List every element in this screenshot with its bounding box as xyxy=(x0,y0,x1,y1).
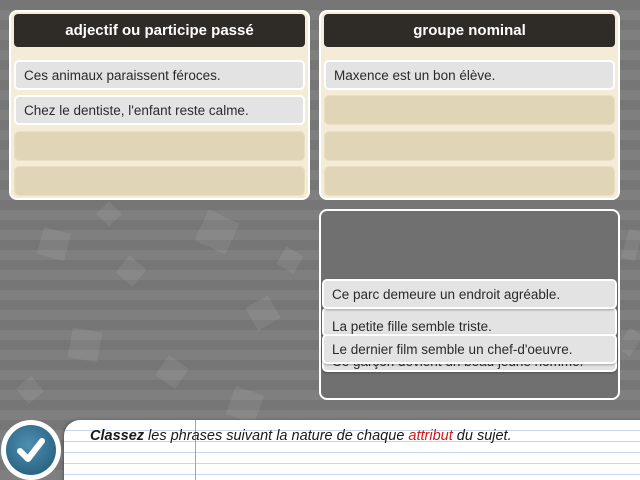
instruction-panel: Classez les phrases suivant la nature de… xyxy=(64,420,640,480)
instruction-text: Classez les phrases suivant la nature de… xyxy=(90,428,512,444)
drop-slot-empty[interactable] xyxy=(324,95,615,125)
drop-slot-filled[interactable]: Chez le dentiste, l'enfant reste calme. xyxy=(14,95,305,125)
instruction-part: du sujet. xyxy=(452,428,512,444)
background-pattern xyxy=(225,385,265,425)
category-column-adjective: adjectif ou participe passé Ces animaux … xyxy=(9,10,310,200)
validate-button[interactable] xyxy=(1,420,61,480)
background-pattern xyxy=(194,209,240,255)
drop-slot-empty[interactable] xyxy=(14,166,305,196)
category-column-noun-group: groupe nominal Maxence est un bon élève. xyxy=(319,10,620,200)
checkmark-icon xyxy=(6,425,56,475)
column-header: groupe nominal xyxy=(324,14,615,47)
drop-slot-empty[interactable] xyxy=(14,131,305,161)
background-pattern xyxy=(67,327,103,363)
background-pattern xyxy=(36,226,72,262)
sentence-card[interactable]: Ce parc demeure un endroit agréable. xyxy=(322,279,617,309)
instruction-part: les phrases suivant la nature de chaque xyxy=(144,428,409,444)
sentence-card[interactable]: La petite fille semble triste. xyxy=(322,307,617,337)
drop-slot-empty[interactable] xyxy=(324,166,615,196)
column-header: adjectif ou participe passé xyxy=(14,14,305,47)
background-pattern xyxy=(96,201,122,227)
drop-slot-empty[interactable] xyxy=(324,131,615,161)
instruction-verb: Classez xyxy=(90,428,145,444)
background-pattern xyxy=(616,327,640,357)
background-pattern xyxy=(115,255,147,287)
background-pattern xyxy=(621,228,640,262)
background-pattern xyxy=(15,375,45,405)
instruction-highlight: attribut xyxy=(408,428,453,444)
sentence-card[interactable]: Le dernier film semble un chef-d'oeuvre. xyxy=(322,334,617,364)
background-pattern xyxy=(155,355,189,389)
background-pattern xyxy=(245,295,281,331)
background-pattern xyxy=(276,246,304,274)
drop-slot-filled[interactable]: Maxence est un bon élève. xyxy=(324,60,615,90)
drop-slot-filled[interactable]: Ces animaux paraissent féroces. xyxy=(14,60,305,90)
